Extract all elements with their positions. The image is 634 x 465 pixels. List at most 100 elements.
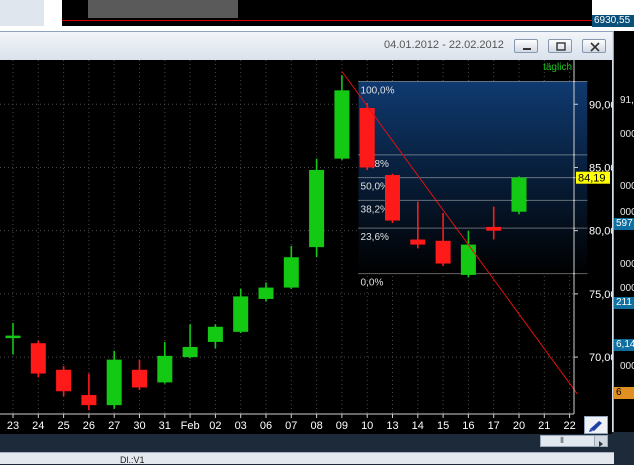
restore-icon [556,42,566,51]
window-titlebar[interactable]: 04.01.2012 - 22.02.2012 [0,32,612,60]
adjacent-value-badge: 211 [614,297,634,309]
close-icon [590,42,600,52]
adjacent-value: 0000 [620,283,634,294]
candle [132,359,147,390]
candle [182,324,198,359]
candle [283,245,299,289]
fibonacci-level-label: 100,0% [361,85,395,96]
minimize-icon [523,48,531,50]
x-tick-label: 21 [538,420,550,432]
candle [81,373,97,411]
candle [385,173,400,224]
fibonacci-level-label: 50,0% [361,182,389,193]
x-tick-label: 31 [159,420,171,432]
bottom-tab-label[interactable]: Dl.:V1 [120,455,145,465]
candle [309,158,325,258]
adjacent-highlight-badge: 6 [614,387,634,399]
candle-body [283,257,299,288]
x-tick-label: 16 [462,420,474,432]
x-tick-label: 08 [310,420,322,432]
restore-button[interactable] [548,39,572,53]
x-tick-label: 10 [361,420,373,432]
background-price-badge: 6930,55 [592,15,634,27]
candle-body [385,175,400,221]
candle-body [359,108,375,168]
x-tick-label: 26 [83,420,95,432]
adjacent-value: 91,0 [620,95,634,106]
last-price-label: 84,19 [578,173,606,185]
candle-body [511,177,527,212]
fibonacci-level-label: 0,0% [361,278,384,289]
adjacent-window-axis: 91,0 0000 0000 0000 597 0000 0000 211 6,… [614,31,634,432]
candle-body [132,369,147,388]
y-tick-label: 75,00 [589,289,612,301]
x-tick-label: 09 [336,420,348,432]
candle [511,176,527,215]
candle-body [157,355,173,383]
candle-body [334,90,350,159]
adjacent-value: 0000 [620,259,634,270]
chart-window[interactable]: 04.01.2012 - 22.02.2012 täglich 100,0% 61… [0,31,614,465]
adjacent-value-badge: 597 [614,218,634,230]
scroll-right-button[interactable] [594,435,608,447]
minimize-button[interactable] [514,39,538,53]
chart-area[interactable]: täglich 100,0% 61,8% 50,0% 38,2% 23,6% 0,0% 7… [0,60,612,434]
adjacent-value: 0000 [620,181,634,192]
x-tick-label: 25 [57,420,69,432]
candle-body [410,239,426,245]
x-tick-label: 14 [412,420,424,432]
fibonacci-level-label: 23,6% [361,232,389,243]
x-tick-label: 23 [7,420,19,432]
x-tick-label: 06 [260,420,272,432]
candle-body [486,226,502,231]
candle-body [233,296,249,332]
candlestick-chart[interactable]: 100,0%61,8%50,0%38,2%23,6%0,0% 70,0075,0… [0,60,612,434]
x-tick-label: 07 [285,420,297,432]
x-tick-label: 27 [108,420,120,432]
candle-body [207,326,223,342]
arrow-right-icon [599,441,603,447]
adjacent-value: 0000 [620,361,634,372]
pencil-icon [589,421,602,432]
background-chart-line [62,20,592,21]
candle-body [56,369,72,392]
x-tick-label: 22 [563,420,575,432]
x-tick-label: Feb [181,420,200,432]
candle [258,282,274,302]
candle [157,341,173,384]
background-window-edge [0,0,44,26]
candle [334,75,350,160]
x-tick-label: 02 [209,420,221,432]
candle [30,340,46,378]
candle [5,322,21,355]
candle-body [30,343,46,374]
adjacent-value: 0000 [620,129,634,140]
y-tick-label: 80,00 [589,226,612,238]
x-tick-label: 24 [32,420,44,432]
y-tick-label: 90,00 [589,99,612,111]
candle-body [106,359,122,406]
bottom-tabs: Dl.:V1 [0,452,614,465]
interval-label: täglich [543,62,572,73]
candle [56,365,72,397]
candle-body [258,287,274,299]
adjacent-value: 0000 [620,207,634,218]
candle-body [435,240,451,264]
candle [106,350,122,409]
candle-body [182,346,198,358]
candle-body [5,335,21,339]
candle-body [81,395,97,406]
x-tick-label: 15 [437,420,449,432]
fibonacci-level-label: 38,2% [361,204,389,215]
y-tick-label: 70,00 [589,352,612,364]
background-chart-area [88,0,238,18]
candle [207,324,223,349]
close-button[interactable] [582,39,606,53]
x-tick-label: 20 [513,420,525,432]
candle-body [309,169,325,248]
scrollbar-grip-icon[interactable]: ⦀ [555,437,569,445]
background-window-strip: 6930,55 [0,0,634,31]
x-tick-label: 13 [386,420,398,432]
draw-tool-button[interactable] [584,416,608,434]
x-tick-label: 17 [488,420,500,432]
